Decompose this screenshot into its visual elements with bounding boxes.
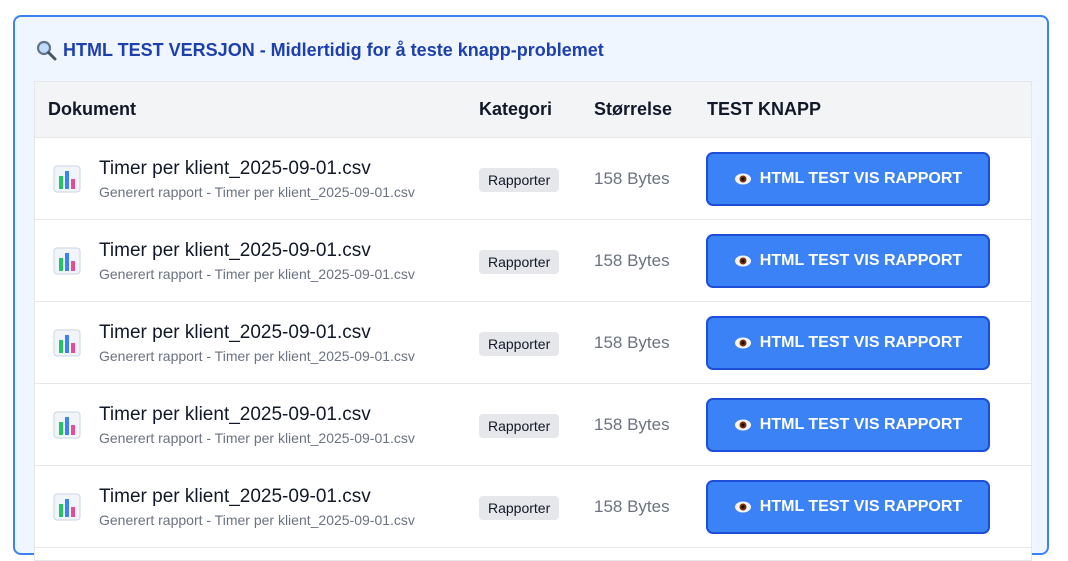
bar-chart-icon xyxy=(53,411,81,439)
bar-chart-icon xyxy=(53,493,81,521)
view-report-button[interactable]: HTML TEST VIS RAPPORT xyxy=(706,398,990,452)
file-size: 158 Bytes xyxy=(594,497,670,516)
panel-title: HTML TEST VERSJON - Midlertidig for å te… xyxy=(35,38,604,62)
file-size: 158 Bytes xyxy=(594,251,670,270)
view-report-label: HTML TEST VIS RAPPORT xyxy=(759,334,963,351)
header-action: TEST KNAPP xyxy=(707,99,822,119)
document-subtitle: Generert rapport - Timer per klient_2025… xyxy=(99,430,415,446)
file-size: 158 Bytes xyxy=(594,333,670,352)
document-name: Timer per klient_2025-09-01.csv xyxy=(99,404,371,425)
view-report-button[interactable]: HTML TEST VIS RAPPORT xyxy=(706,316,990,370)
bar-chart-icon xyxy=(53,329,81,357)
file-size: 158 Bytes xyxy=(594,415,670,434)
category-badge: Rapporter xyxy=(479,414,560,438)
table-row: Timer per klient_2025-09-01.csv Generert… xyxy=(35,384,1031,466)
document-name: Timer per klient_2025-09-01.csv xyxy=(99,322,371,343)
document-subtitle: Generert rapport - Timer per klient_2025… xyxy=(99,348,415,364)
header-size: Størrelse xyxy=(594,99,673,119)
bar-chart-icon xyxy=(53,165,81,193)
document-subtitle: Generert rapport - Timer per klient_2025… xyxy=(99,512,415,528)
category-badge: Rapporter xyxy=(479,168,560,192)
header-category: Kategori xyxy=(479,99,553,119)
category-badge: Rapporter xyxy=(479,250,560,274)
category-badge: Rapporter xyxy=(479,332,560,356)
table-row: Timer per klient_2025-09-01.csv Generert… xyxy=(35,220,1031,302)
eye-icon xyxy=(734,337,751,349)
document-name: Timer per klient_2025-09-01.csv xyxy=(99,158,371,179)
document-subtitle: Generert rapport - Timer per klient_2025… xyxy=(99,184,415,200)
table-row: Timer per klient_2025-09-01.csv Generert… xyxy=(35,466,1031,548)
eye-icon xyxy=(734,173,751,185)
document-name: Timer per klient_2025-09-01.csv xyxy=(99,240,371,261)
header-document: Dokument xyxy=(48,99,137,119)
eye-icon xyxy=(734,419,751,431)
file-size: 158 Bytes xyxy=(594,169,670,188)
document-subtitle: Generert rapport - Timer per klient_2025… xyxy=(99,266,415,282)
document-name: Timer per klient_2025-09-01.csv xyxy=(99,486,371,507)
table-row: Timer per klient_2025-09-01.csv Generert… xyxy=(35,302,1031,384)
magnifier-icon xyxy=(36,40,57,61)
eye-icon xyxy=(734,501,751,513)
view-report-label: HTML TEST VIS RAPPORT xyxy=(759,252,963,269)
table-header: Dokument Kategori Størrelse TEST KNAPP xyxy=(35,82,1031,138)
eye-icon xyxy=(734,255,751,267)
view-report-label: HTML TEST VIS RAPPORT xyxy=(759,498,963,515)
category-badge: Rapporter xyxy=(479,496,560,520)
documents-table: Dokument Kategori Størrelse TEST KNAPP T… xyxy=(34,81,1032,561)
panel-title-text: HTML TEST VERSJON - Midlertidig for å te… xyxy=(63,39,604,60)
view-report-label: HTML TEST VIS RAPPORT xyxy=(759,416,963,433)
table-row: Timer per klient_2025-09-01.csv Generert… xyxy=(35,138,1031,220)
view-report-button[interactable]: HTML TEST VIS RAPPORT xyxy=(706,234,990,288)
view-report-button[interactable]: HTML TEST VIS RAPPORT xyxy=(706,480,990,534)
view-report-button[interactable]: HTML TEST VIS RAPPORT xyxy=(706,152,990,206)
view-report-label: HTML TEST VIS RAPPORT xyxy=(759,170,963,187)
test-panel: HTML TEST VERSJON - Midlertidig for å te… xyxy=(13,15,1049,561)
bar-chart-icon xyxy=(53,247,81,275)
